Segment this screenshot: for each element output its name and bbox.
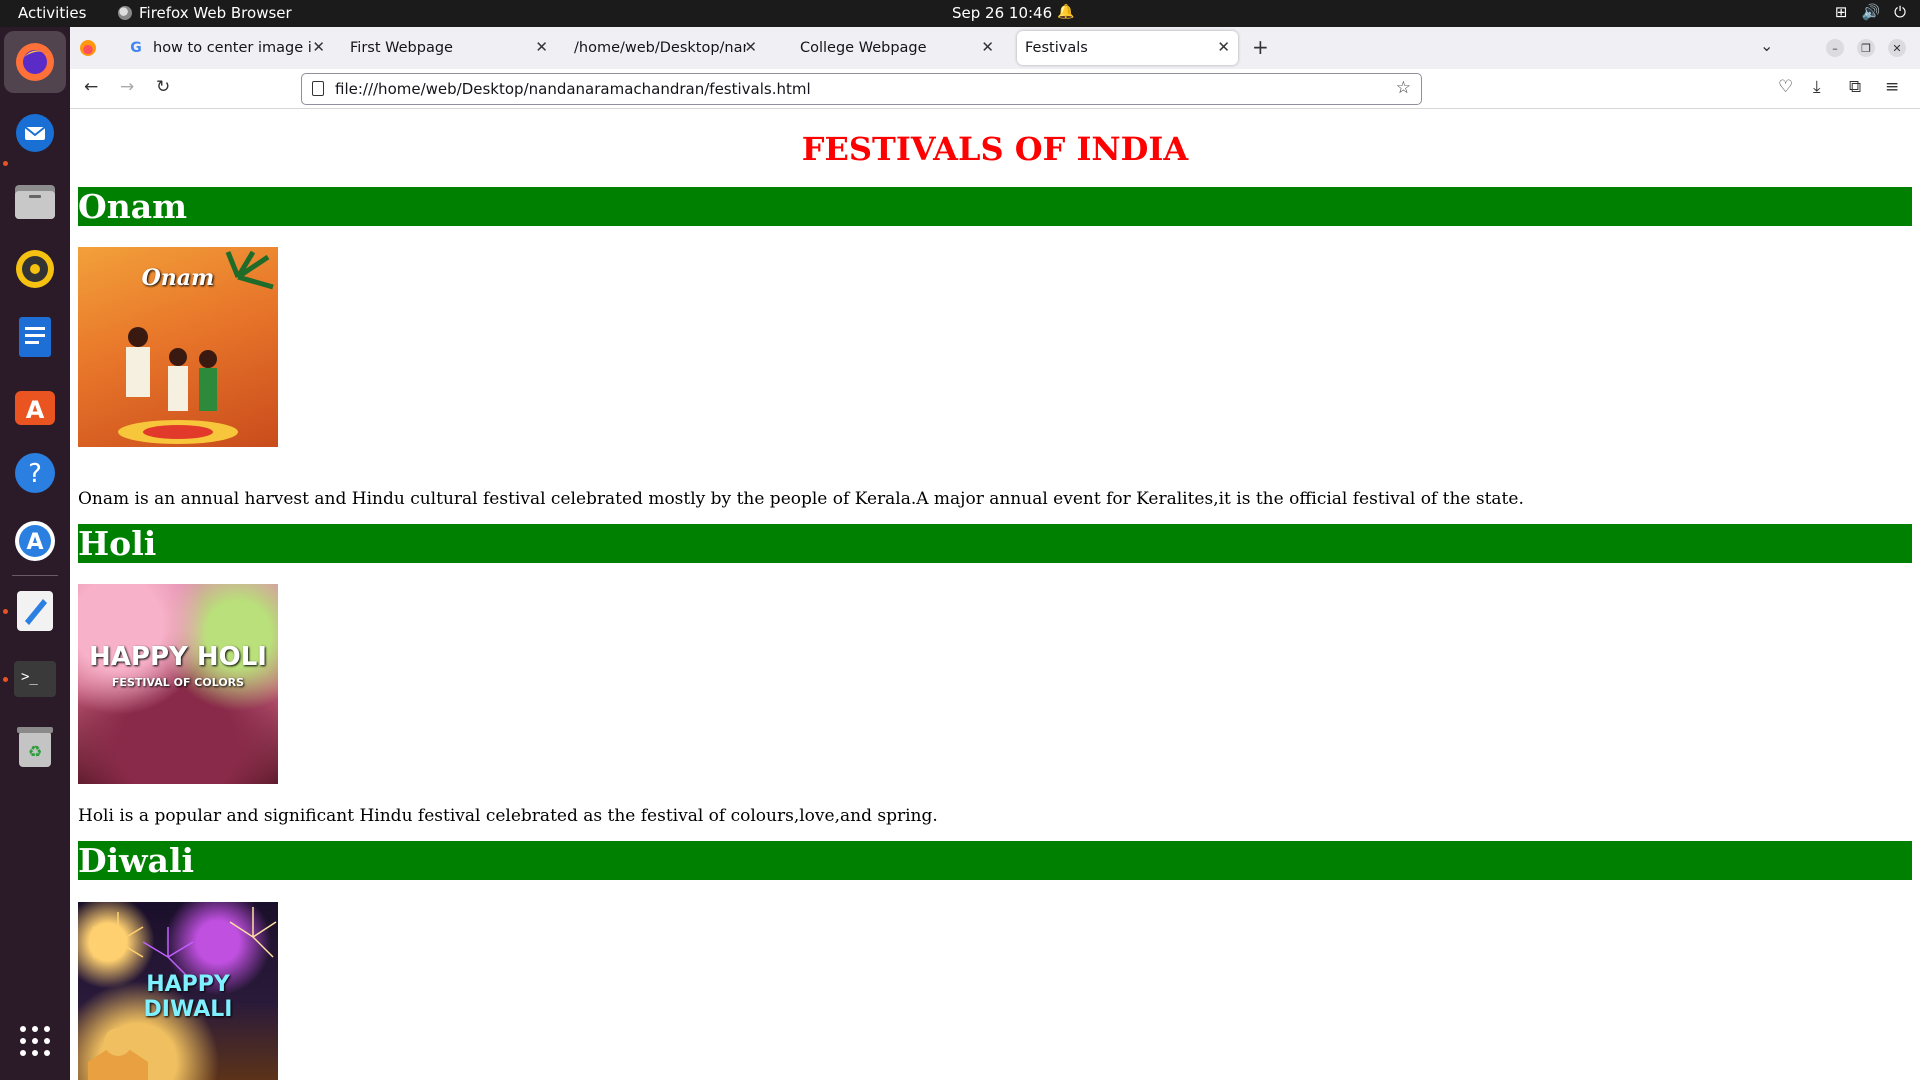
- terminal-icon: >_: [14, 661, 56, 697]
- svg-text:A: A: [26, 396, 45, 424]
- dock-software-updater[interactable]: A: [11, 517, 59, 565]
- close-icon[interactable]: ✕: [312, 38, 325, 56]
- firefox-window: G how to center image in h ✕ First Webpa…: [70, 27, 1920, 1080]
- page-icon: [312, 81, 324, 96]
- activities-button[interactable]: Activities: [18, 4, 86, 22]
- tab-file-directory[interactable]: /home/web/Desktop/nandar ✕: [560, 31, 765, 65]
- dock-files[interactable]: [11, 177, 59, 225]
- close-icon[interactable]: ✕: [981, 38, 994, 56]
- url-bar[interactable]: file:///home/web/Desktop/nandanaramachan…: [301, 73, 1422, 105]
- running-indicator: [3, 161, 8, 166]
- dock-help[interactable]: ?: [11, 449, 59, 497]
- thunderbird-icon: [16, 114, 54, 152]
- svg-text:?: ?: [28, 459, 42, 489]
- svg-text:♻: ♻: [28, 742, 42, 761]
- dock-thunderbird[interactable]: [11, 109, 59, 157]
- tab-title: Festivals: [1025, 40, 1088, 56]
- onam-description: Onam is an annual harvest and Hindu cult…: [78, 489, 1524, 509]
- trash-icon: ♻: [17, 727, 53, 767]
- running-indicator: [3, 677, 8, 682]
- close-icon[interactable]: ✕: [535, 38, 548, 56]
- tab-title: /home/web/Desktop/nandar: [574, 40, 746, 56]
- forward-arrow-icon[interactable]: →: [120, 77, 134, 97]
- notification-bell-icon: 🔔: [1057, 4, 1075, 20]
- tab-title: how to center image in h: [153, 40, 313, 56]
- rhythmbox-icon: [16, 250, 54, 288]
- firefox-mini-icon: [118, 6, 132, 20]
- running-indicator: [3, 609, 8, 614]
- list-all-tabs-chevron-icon[interactable]: ⌄: [1760, 36, 1773, 55]
- downloads-icon[interactable]: ⤓: [1813, 77, 1821, 97]
- dock: A ? A >_ ♻: [0, 27, 70, 1080]
- tab-first-webpage[interactable]: First Webpage ✕: [338, 31, 556, 65]
- holi-image-caption: HAPPY HOLI: [89, 642, 267, 672]
- svg-text:>_: >_: [21, 669, 38, 685]
- svg-text:A: A: [26, 530, 43, 555]
- files-icon: [15, 185, 55, 219]
- onam-illustration-icon: [118, 250, 274, 444]
- tab-title: College Webpage: [800, 40, 927, 56]
- bookmark-star-icon[interactable]: ☆: [1396, 78, 1411, 98]
- text-editor-icon: [17, 591, 53, 631]
- dock-firefox[interactable]: [4, 31, 66, 93]
- writer-icon: [19, 317, 51, 357]
- onam-image: Onam: [78, 247, 278, 447]
- diwali-image-caption: HAPPY DIWALI: [143, 972, 233, 1022]
- clock[interactable]: Sep 26 10:46: [952, 4, 1052, 22]
- page-title: FESTIVALS OF INDIA: [801, 130, 1189, 168]
- tab-festivals[interactable]: Festivals ✕: [1017, 31, 1238, 65]
- dock-trash[interactable]: ♻: [11, 723, 59, 771]
- firefox-view-icon[interactable]: [80, 40, 96, 56]
- show-apps-icon: [20, 1026, 50, 1056]
- section-heading-diwali: Diwali: [78, 841, 1912, 880]
- page-content: FESTIVALS OF INDIA Onam Onam Onam is an …: [70, 110, 1920, 1080]
- google-icon: G: [130, 40, 142, 56]
- holi-description: Holi is a popular and significant Hindu …: [78, 806, 938, 826]
- reload-icon[interactable]: ↻: [156, 77, 170, 97]
- dock-show-apps[interactable]: [11, 1017, 59, 1065]
- close-icon[interactable]: ✕: [1217, 38, 1230, 56]
- close-window-button[interactable]: ✕: [1888, 39, 1906, 57]
- dock-app-center[interactable]: A: [11, 381, 59, 429]
- tab-bar: G how to center image in h ✕ First Webpa…: [70, 27, 1920, 69]
- tab-google-search[interactable]: G how to center image in h ✕: [118, 31, 333, 65]
- holi-image: HAPPY HOLI FESTIVAL OF COLORS: [78, 584, 278, 784]
- power-icon: ⏻: [1894, 3, 1906, 21]
- network-icon: ⊞: [1834, 3, 1848, 21]
- extensions-icon[interactable]: ⧉: [1849, 77, 1861, 97]
- software-updater-icon: A: [15, 521, 55, 561]
- url-text[interactable]: file:///home/web/Desktop/nandanaramachan…: [335, 80, 811, 98]
- app-menu-label: Firefox Web Browser: [139, 4, 292, 22]
- dock-writer[interactable]: [11, 313, 59, 361]
- firefox-icon: [16, 43, 54, 81]
- pocket-icon[interactable]: ♡: [1778, 77, 1793, 97]
- diwali-image: HAPPY DIWALI: [78, 902, 278, 1080]
- app-center-icon: A: [15, 391, 55, 425]
- system-top-bar: Activities Firefox Web Browser Sep 26 10…: [0, 0, 1920, 27]
- tab-title: First Webpage: [350, 40, 453, 56]
- close-icon[interactable]: ✕: [744, 38, 757, 56]
- system-tray[interactable]: ⊞ 🔊 ⏻: [1835, 3, 1906, 21]
- navigation-toolbar: ← → ↻ file:///home/web/Desktop/nandanara…: [70, 69, 1920, 109]
- dock-separator: [12, 575, 58, 576]
- dock-text-editor[interactable]: [11, 587, 59, 635]
- new-tab-button[interactable]: +: [1252, 35, 1269, 59]
- minimize-button[interactable]: –: [1826, 39, 1844, 57]
- app-menu[interactable]: Firefox Web Browser: [118, 4, 292, 22]
- restore-button[interactable]: ❐: [1857, 39, 1875, 57]
- volume-icon: 🔊: [1861, 3, 1881, 21]
- menu-hamburger-icon[interactable]: ≡: [1885, 77, 1899, 97]
- dock-terminal[interactable]: >_: [11, 655, 59, 703]
- help-icon: ?: [15, 453, 55, 493]
- tab-college-webpage[interactable]: College Webpage ✕: [780, 31, 1002, 65]
- back-arrow-icon[interactable]: ←: [84, 77, 98, 97]
- holi-image-subcaption: FESTIVAL OF COLORS: [111, 676, 245, 689]
- section-heading-holi: Holi: [78, 524, 1912, 563]
- dock-rhythmbox[interactable]: [11, 245, 59, 293]
- section-heading-onam: Onam: [78, 187, 1912, 226]
